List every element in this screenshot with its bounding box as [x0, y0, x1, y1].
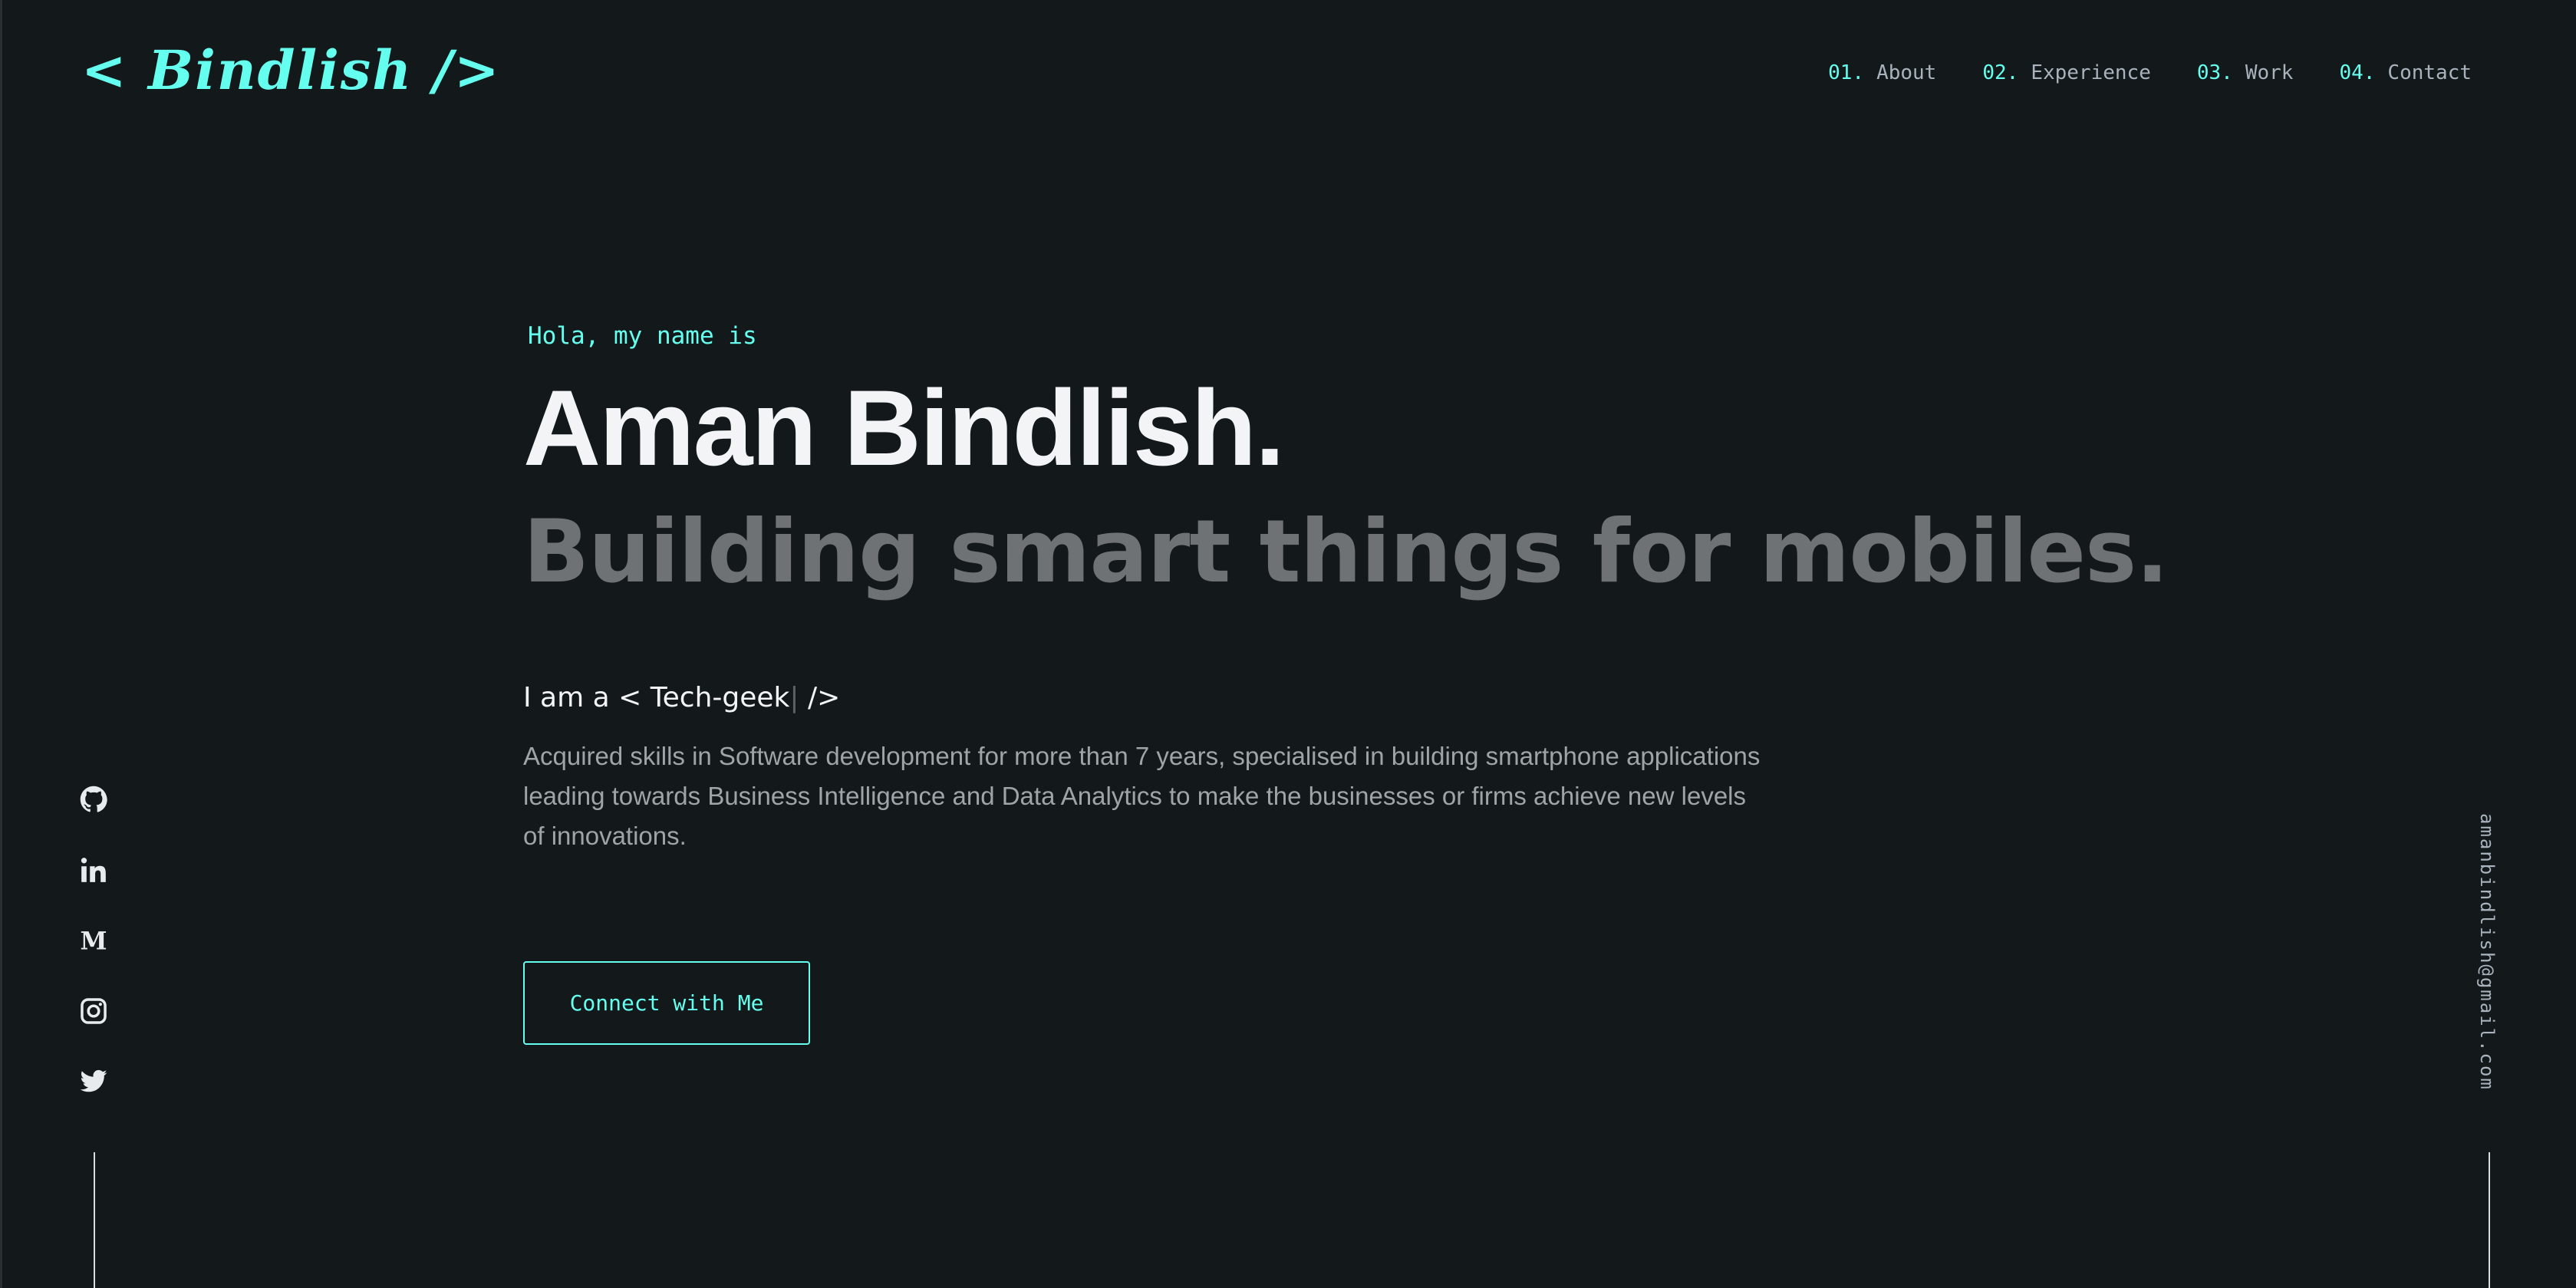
nav-label: Contact [2387, 61, 2472, 84]
hero-name: Aman Bindlish. [523, 367, 1285, 488]
typing-cursor: | [789, 682, 799, 713]
main-nav: 01. About 02. Experience 03. Work 04. Co… [1828, 61, 2472, 84]
email-link[interactable]: amanbindlish@gmail.com [2476, 813, 2498, 1091]
instagram-icon[interactable] [78, 994, 109, 1028]
svg-text:M: M [80, 927, 107, 956]
role-suffix: /> [799, 682, 841, 713]
social-links: M [77, 782, 110, 1099]
twitter-icon[interactable] [78, 1065, 109, 1099]
nav-item-work[interactable]: 03. Work [2197, 61, 2294, 84]
nav-item-experience[interactable]: 02. Experience [1982, 61, 2151, 84]
medium-icon[interactable]: M [78, 924, 109, 957]
nav-item-contact[interactable]: 04. Contact [2339, 61, 2472, 84]
site-logo[interactable]: < Bindlish /> [81, 38, 501, 102]
github-icon[interactable] [78, 782, 109, 816]
hero-description: Acquired skills in Software development … [523, 742, 1761, 850]
nav-label: About [1876, 61, 1937, 84]
nav-number: 03. [2196, 61, 2233, 84]
right-vertical-line [2489, 1152, 2490, 1288]
connect-button[interactable]: Connect with Me [523, 961, 810, 1045]
role-prefix: I am a < [523, 682, 651, 713]
left-vertical-line [94, 1152, 95, 1288]
nav-number: 01. [1828, 61, 1865, 84]
linkedin-icon[interactable] [78, 853, 109, 887]
hero-role: I am a < Tech-geek| /> [523, 682, 840, 713]
nav-number: 02. [1982, 61, 2019, 84]
hero-tagline: Building smart things for mobiles. [523, 501, 2169, 602]
nav-label: Work [2245, 61, 2294, 84]
nav-item-about[interactable]: 01. About [1828, 61, 1936, 84]
role-word: Tech-geek [650, 682, 790, 713]
nav-label: Experience [2031, 61, 2151, 84]
window-left-edge [0, 0, 2, 1288]
hero-greeting: Hola, my name is [528, 322, 757, 350]
nav-number: 04. [2339, 61, 2376, 84]
